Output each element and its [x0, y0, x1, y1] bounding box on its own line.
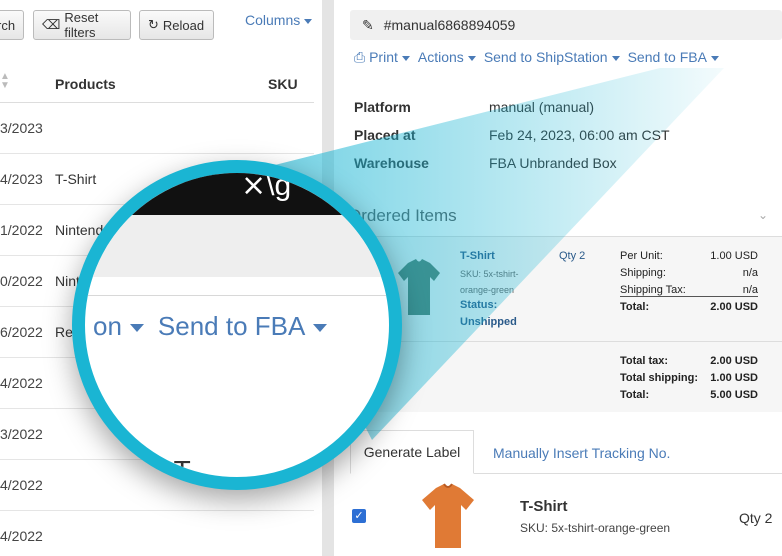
print-button[interactable]: ⎙ Print	[354, 49, 410, 66]
tab-manual-tracking[interactable]: Manually Insert Tracking No.	[493, 445, 670, 461]
price-row-per-unit: Per Unit: 1.00 USD	[620, 250, 758, 262]
caret-down-icon	[129, 324, 144, 333]
reset-filters-button[interactable]: ⌫ Reset filters	[33, 10, 131, 40]
platform-value: manual (manual)	[489, 99, 595, 115]
row-date: 1/2022	[0, 222, 43, 238]
magnifier-lens: ⨯\g on Send to FBA ST	[72, 160, 402, 490]
fba-label: Send to FBA	[627, 49, 707, 65]
placed-at-label: Placed at	[354, 127, 416, 143]
search-button[interactable]: rch	[0, 10, 24, 40]
item-checkbox[interactable]: ✓	[352, 509, 366, 523]
row-date: 0/2022	[0, 273, 43, 289]
total-label: Total:	[620, 389, 650, 401]
total-label: Total tax:	[620, 355, 669, 367]
caret-down-icon	[611, 55, 620, 61]
price-label: Shipping:	[620, 267, 666, 279]
items-divider	[350, 341, 782, 342]
placed-at-value: Feb 24, 2023, 06:00 am CST	[489, 127, 670, 143]
order-actions-bar: ⎙ Print Actions Send to ShipStation Send…	[354, 49, 719, 66]
item-qty: Qty 2	[559, 250, 586, 262]
price-row-shipping: Shipping: n/a	[620, 267, 758, 279]
order-number: #manual6868894059	[383, 17, 516, 33]
magnified-actions: on Send to FBA	[93, 311, 341, 342]
item-status-value: Unshipped	[460, 316, 517, 328]
magnified-dark-bar: ⨯\g	[85, 173, 389, 215]
row-date: 4/2023	[0, 171, 43, 187]
order-detail-pane: ✎ #manual6868894059 ⎙ Print Actions Send…	[334, 0, 782, 556]
price-value: 1.00 USD	[710, 250, 758, 262]
magnified-action-partial: on	[93, 311, 122, 341]
edit-icon[interactable]: ✎	[362, 17, 374, 34]
price-row-total: Total: 2.00 USD	[620, 301, 758, 313]
price-label: Total:	[620, 301, 650, 313]
caret-down-icon	[313, 324, 328, 333]
price-value: 2.00 USD	[710, 301, 758, 313]
price-label: Per Unit:	[620, 250, 663, 262]
total-value: 2.00 USD	[710, 355, 758, 367]
shipstation-label: Send to ShipStation	[483, 49, 608, 65]
magnified-divider	[85, 295, 389, 296]
caret-down-icon	[304, 18, 313, 24]
search-button-label: rch	[0, 17, 16, 33]
table-row[interactable]: 4/2022	[0, 511, 314, 556]
send-to-fba-dropdown[interactable]: Send to FBA	[628, 49, 719, 66]
warehouse-label: Warehouse	[354, 155, 429, 171]
row-date: 4/2022	[0, 375, 43, 391]
warehouse-value: FBA Unbranded Box	[489, 155, 617, 171]
row-date: 4/2022	[0, 528, 43, 544]
magnified-send-to-fba: Send to FBA	[157, 311, 306, 341]
app-root: rch ⌫ Reset filters ↻ Reload Columns ▲▼ …	[0, 0, 782, 556]
grand-total-row: Total: 5.00 USD	[620, 389, 758, 401]
eraser-icon: ⌫	[42, 17, 61, 32]
magnified-gray-band	[85, 215, 389, 277]
platform-label: Platform	[354, 99, 411, 115]
row-date: 4/2022	[0, 477, 43, 493]
item-sku: SKU: 5x-tshirt-orange-green	[460, 269, 519, 295]
tshirt-orange-thumbnail	[422, 483, 474, 548]
column-header-products[interactable]: Products	[55, 76, 116, 92]
printer-icon: ⎙	[354, 49, 366, 65]
sort-icon[interactable]: ▲ ▼	[0, 72, 10, 91]
caret-down-icon	[401, 55, 410, 61]
total-label: Total shipping:	[620, 372, 699, 384]
reload-label: Reload	[162, 17, 205, 33]
caret-down-icon	[467, 55, 476, 61]
row-date: 6/2022	[0, 324, 43, 340]
columns-dropdown[interactable]: Columns	[245, 12, 313, 28]
table-row[interactable]: 3/2023	[0, 103, 314, 154]
column-header-sku[interactable]: SKU	[268, 76, 298, 92]
total-value: 1.00 USD	[710, 372, 758, 384]
print-label: Print	[369, 49, 398, 65]
columns-label: Columns	[245, 12, 301, 28]
reset-filters-label: Reset filters	[64, 10, 99, 40]
label-item-name: T-Shirt	[520, 498, 568, 515]
ordered-items-box: T-Shirt SKU: 5x-tshirt-orange-green Stat…	[350, 236, 782, 412]
actions-dropdown[interactable]: Actions	[418, 49, 476, 66]
row-product: Re	[55, 324, 73, 340]
label-item-qty: Qty 2	[739, 510, 773, 526]
reload-icon: ↻	[148, 17, 159, 32]
price-label: Shipping Tax:	[620, 284, 686, 296]
item-status-label: Status:	[460, 299, 498, 311]
reload-button[interactable]: ↻ Reload	[139, 10, 214, 40]
item-name[interactable]: T-Shirt	[460, 250, 495, 262]
total-value: 5.00 USD	[710, 389, 758, 401]
total-shipping-row: Total shipping: 1.00 USD	[620, 372, 758, 384]
price-value: n/a	[742, 284, 758, 296]
row-date: 3/2023	[0, 120, 43, 136]
magnifier-content: ⨯\g on Send to FBA ST	[85, 173, 389, 477]
collapse-chevron-icon[interactable]: ⌄	[758, 208, 768, 222]
caret-down-icon	[710, 55, 719, 61]
price-row-shipping-tax: Shipping Tax: n/a	[620, 284, 758, 297]
magnified-glyph: ⨯\g	[241, 169, 292, 202]
row-date: 3/2022	[0, 426, 43, 442]
actions-label: Actions	[417, 49, 464, 65]
send-to-shipstation-dropdown[interactable]: Send to ShipStation	[484, 49, 620, 66]
price-value: n/a	[742, 267, 758, 279]
total-tax-row: Total tax: 2.00 USD	[620, 355, 758, 367]
order-number-bar: ✎ #manual6868894059	[350, 10, 782, 40]
label-item-sku: SKU: 5x-tshirt-orange-green	[520, 521, 671, 535]
tshirt-green-thumbnail	[398, 259, 440, 315]
